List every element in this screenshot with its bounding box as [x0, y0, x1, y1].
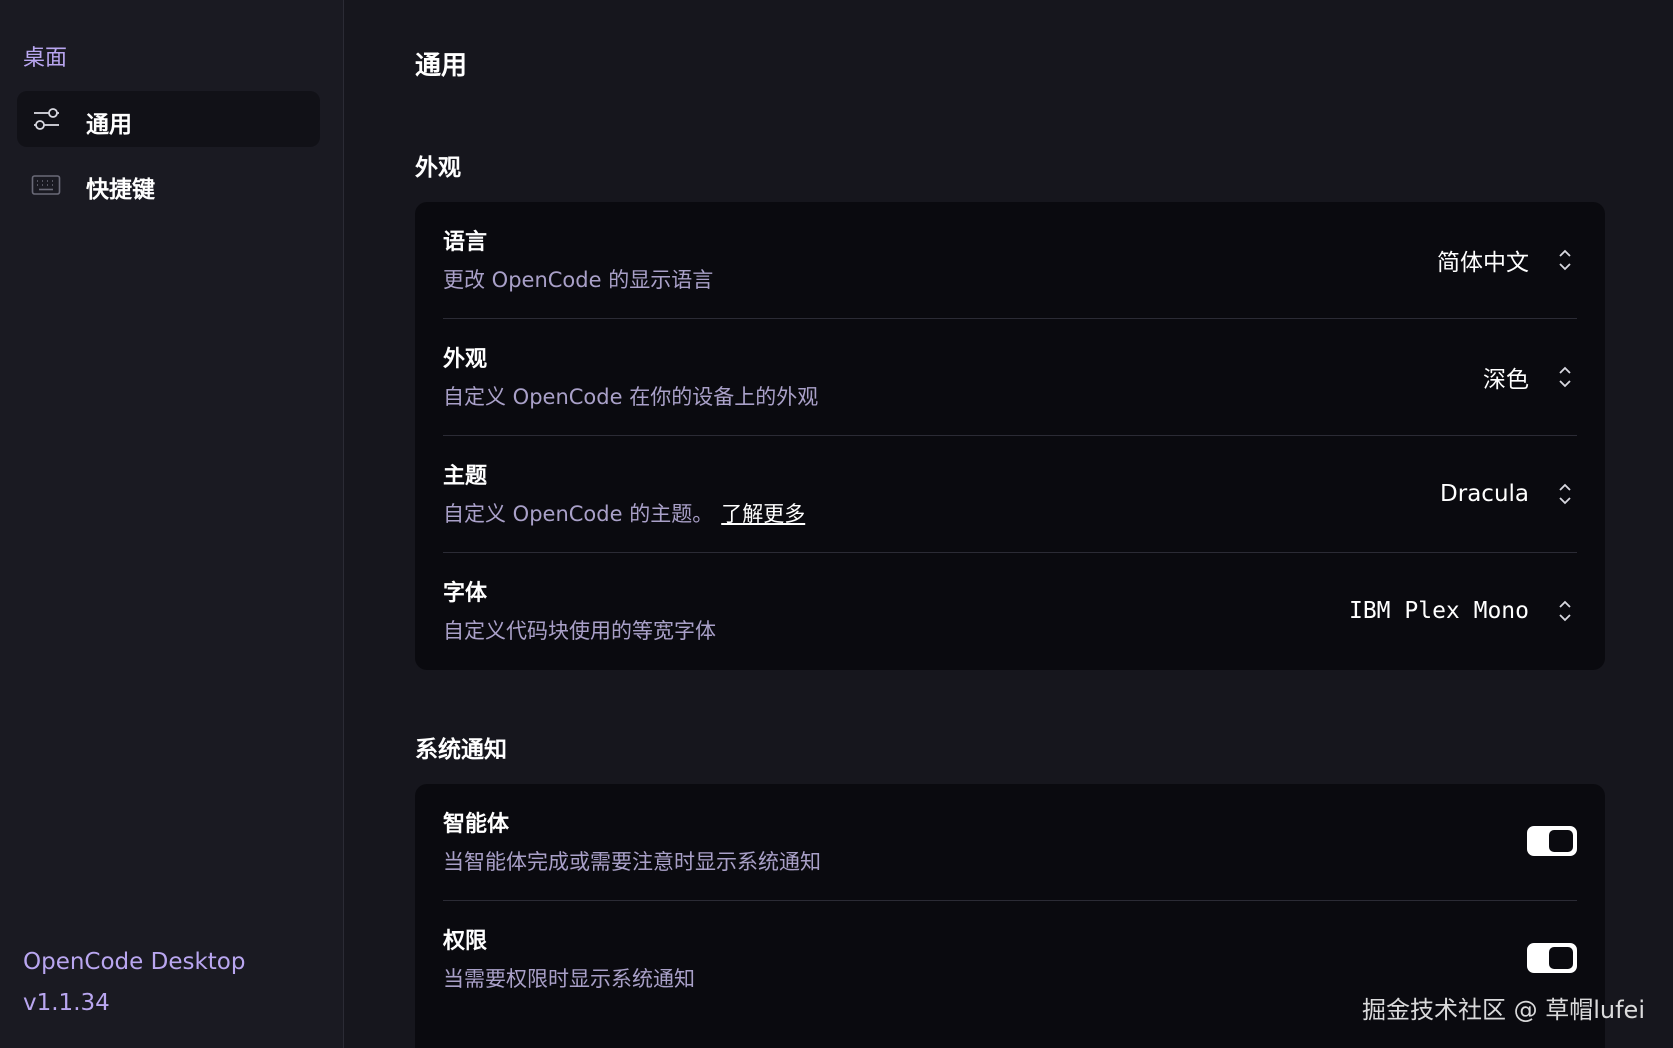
app-version-info: OpenCode Desktop v1.1.34 — [23, 942, 245, 1024]
setting-description: 自定义 OpenCode 的主题。 了解更多 — [443, 498, 805, 528]
appearance-card: 语言 更改 OpenCode 的显示语言 简体中文 外观 自定义 OpenCod… — [415, 202, 1605, 670]
select-value: 深色 — [1483, 367, 1529, 393]
chevron-up-down-icon — [1553, 596, 1577, 626]
agent-notifications-toggle[interactable] — [1527, 826, 1577, 856]
setting-description: 当智能体完成或需要注意时显示系统通知 — [443, 850, 821, 874]
language-select[interactable]: 简体中文 — [1437, 240, 1577, 280]
select-value: 简体中文 — [1437, 250, 1529, 276]
sidebar-item-shortcuts[interactable]: 快捷键 — [17, 156, 320, 212]
setting-description: 自定义代码块使用的等宽字体 — [443, 619, 716, 643]
setting-description-text: 自定义 OpenCode 的主题。 — [443, 502, 714, 526]
setting-title: 智能体 — [443, 812, 510, 837]
settings-content: 通用 外观 语言 更改 OpenCode 的显示语言 简体中文 外观 自定义 O… — [345, 0, 1673, 1048]
sidebar-item-general[interactable]: 通用 — [17, 91, 320, 147]
setting-description: 自定义 OpenCode 在你的设备上的外观 — [443, 385, 819, 409]
toggle-knob — [1549, 830, 1573, 852]
select-value: Dracula — [1440, 481, 1529, 507]
page-title: 通用 — [415, 51, 468, 81]
setting-title: 权限 — [443, 929, 488, 954]
chevron-up-down-icon — [1553, 479, 1577, 509]
select-value: IBM Plex Mono — [1348, 598, 1529, 624]
setting-description: 更改 OpenCode 的显示语言 — [443, 268, 714, 292]
keyboard-icon — [31, 170, 61, 198]
section-title-notifications: 系统通知 — [415, 737, 507, 763]
setting-row-language: 语言 更改 OpenCode 的显示语言 简体中文 — [443, 202, 1577, 319]
section-title-appearance: 外观 — [415, 155, 461, 181]
sidebar-section-title: 桌面 — [23, 46, 68, 71]
permission-notifications-toggle[interactable] — [1527, 943, 1577, 973]
setting-row-appearance: 外观 自定义 OpenCode 在你的设备上的外观 深色 — [443, 319, 1577, 436]
app-version: v1.1.34 — [23, 990, 110, 1016]
app-name: OpenCode Desktop — [23, 949, 246, 975]
setting-title: 语言 — [443, 230, 488, 255]
chevron-up-down-icon — [1553, 245, 1577, 275]
sidebar-item-label: 快捷键 — [86, 177, 155, 203]
learn-more-link[interactable]: 了解更多 — [721, 502, 805, 526]
sidebar: 桌面 通用 快捷键 OpenCode Desktop v1.1.34 — [0, 0, 344, 1048]
setting-title: 外观 — [443, 347, 488, 372]
setting-title: 主题 — [443, 464, 488, 489]
font-select[interactable]: IBM Plex Mono — [1349, 591, 1577, 631]
setting-row-font: 字体 自定义代码块使用的等宽字体 IBM Plex Mono — [443, 553, 1577, 670]
toggle-knob — [1549, 947, 1573, 969]
sliders-icon — [31, 105, 61, 133]
setting-description: 当需要权限时显示系统通知 — [443, 967, 695, 991]
setting-row-theme: 主题 自定义 OpenCode 的主题。 了解更多 Dracula — [443, 436, 1577, 553]
appearance-select[interactable]: 深色 — [1483, 357, 1577, 397]
chevron-up-down-icon — [1553, 362, 1577, 392]
setting-row-agent-notifications: 智能体 当智能体完成或需要注意时显示系统通知 — [443, 784, 1577, 901]
theme-select[interactable]: Dracula — [1440, 474, 1577, 514]
setting-title: 字体 — [443, 581, 488, 606]
sidebar-item-label: 通用 — [86, 112, 132, 138]
settings-window: 桌面 通用 快捷键 OpenCode Desktop v1.1.34 通用 外观… — [0, 0, 1673, 1048]
watermark: 掘金技术社区 @ 草帽lufei — [1361, 996, 1645, 1024]
